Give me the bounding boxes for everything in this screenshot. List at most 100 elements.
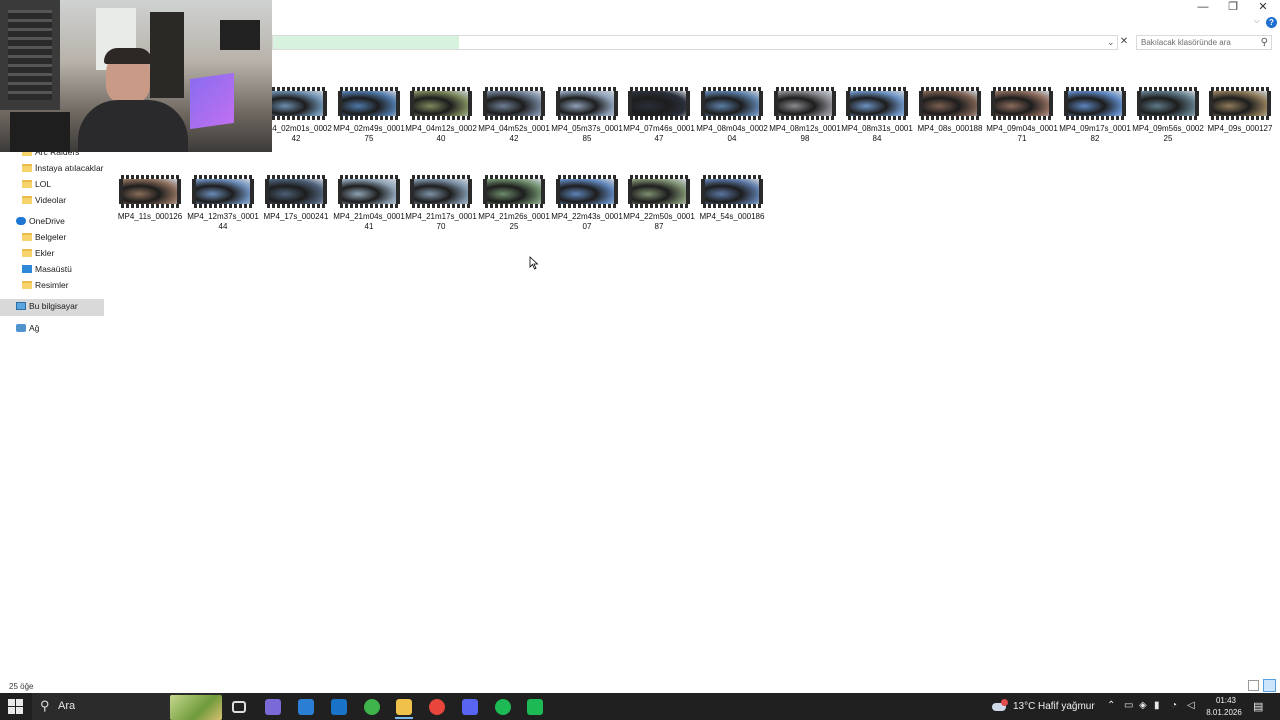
- large-icons-view-button[interactable]: [1263, 679, 1276, 692]
- video-file-item[interactable]: MP4_07m46s_000147: [623, 87, 695, 157]
- nav-item[interactable]: İnstaya atılacaklar: [0, 161, 104, 177]
- video-file-item[interactable]: MP4_08s_000188: [914, 87, 986, 157]
- video-file-item[interactable]: MP4_11s_000126: [114, 175, 186, 245]
- video-thumbnail: [265, 175, 327, 208]
- video-file-item[interactable]: MP4_21m04s_000141: [333, 175, 405, 245]
- file-name: MP4_08m31s_000184: [841, 124, 913, 143]
- video-file-item[interactable]: MP4_04m12s_000240: [405, 87, 477, 157]
- chevron-up-icon[interactable]: ⌃: [1107, 700, 1115, 711]
- nav-item[interactable]: OneDrive: [0, 214, 104, 230]
- maximize-button[interactable]: ❐: [1218, 0, 1248, 14]
- microphone-icon[interactable]: ▮: [1154, 700, 1160, 711]
- video-file-item[interactable]: MP4_21m17s_000170: [405, 175, 477, 245]
- video-file-item[interactable]: MP4_54s_000186: [696, 175, 768, 245]
- video-file-item[interactable]: MP4_09m04s_000171: [986, 87, 1058, 157]
- video-file-item[interactable]: MP4_09m17s_000182: [1059, 87, 1131, 157]
- search-highlight-image[interactable]: [170, 695, 222, 720]
- video-file-item[interactable]: MP4_22m43s_000107: [551, 175, 623, 245]
- status-bar: [0, 680, 1280, 693]
- video-file-item[interactable]: MP4_08m12s_000198: [769, 87, 841, 157]
- search-input[interactable]: Bakılacak klasöründe ara ⚲: [1136, 35, 1272, 50]
- filmstrip-edge: [919, 87, 981, 91]
- filmstrip-edge: [556, 116, 618, 120]
- windows-logo-icon: [16, 707, 23, 714]
- filmstrip-edge: [774, 116, 836, 120]
- store-icon[interactable]: [298, 699, 314, 715]
- wifi-icon[interactable]: ◔: [1171, 700, 1177, 711]
- video-file-item[interactable]: MP4_22m50s_000187: [623, 175, 695, 245]
- video-thumbnail: [483, 87, 545, 120]
- filmstrip-edge: [410, 87, 472, 91]
- volume-icon[interactable]: ◁: [1187, 700, 1195, 711]
- shield-icon[interactable]: ◈: [1139, 700, 1147, 711]
- mouse-cursor-icon: [529, 256, 539, 270]
- file-name: MP4_21m26s_000125: [478, 212, 550, 231]
- file-name: MP4_22m50s_000187: [623, 212, 695, 231]
- filmstrip-edge: [628, 87, 690, 91]
- video-file-item[interactable]: MP4_09m56s_000225: [1132, 87, 1204, 157]
- video-file-item[interactable]: MP4_05m37s_000185: [551, 87, 623, 157]
- nav-item[interactable]: LOL: [0, 177, 104, 193]
- video-thumbnail: [991, 87, 1053, 120]
- desktop-icon: [22, 265, 32, 273]
- nav-item[interactable]: Ağ: [0, 321, 104, 337]
- nav-item-label: OneDrive: [29, 216, 65, 226]
- video-file-item[interactable]: MP4_04m52s_000142: [478, 87, 550, 157]
- help-icon[interactable]: ?: [1266, 17, 1277, 28]
- network-icon[interactable]: ▭: [1124, 700, 1133, 711]
- nav-item[interactable]: Videolar: [0, 193, 104, 209]
- filmstrip-edge: [410, 175, 472, 179]
- nav-item[interactable]: Belgeler: [0, 230, 104, 246]
- folder-icon: [22, 281, 32, 289]
- weather-icon[interactable]: [992, 699, 1008, 713]
- nav-item[interactable]: Resimler: [0, 278, 104, 294]
- chrome-icon[interactable]: [429, 699, 445, 715]
- xbox-icon[interactable]: [364, 699, 380, 715]
- filmstrip-edge: [338, 87, 400, 91]
- video-file-item[interactable]: MP4_21m26s_000125: [478, 175, 550, 245]
- filmstrip-edge: [701, 116, 763, 120]
- webcam-mic: [220, 20, 260, 50]
- notification-icon[interactable]: ▤: [1253, 700, 1263, 713]
- video-file-item[interactable]: MP4_02m49s_000175: [333, 87, 405, 157]
- close-button[interactable]: ✕: [1248, 0, 1278, 14]
- details-view-button[interactable]: [1248, 680, 1259, 691]
- terminal-icon[interactable]: [527, 699, 543, 715]
- video-thumbnail: [628, 175, 690, 208]
- address-clear-icon[interactable]: ✕: [1118, 36, 1130, 48]
- clock-date[interactable]: 8.01.2026: [1206, 708, 1242, 717]
- video-file-item[interactable]: MP4_09s_000127: [1204, 87, 1276, 157]
- filmstrip-edge: [846, 116, 908, 120]
- thumbnail-frame: [414, 91, 468, 116]
- outlook-icon[interactable]: [331, 699, 347, 715]
- ribbon-expand-icon[interactable]: ⌵: [1254, 18, 1259, 26]
- file-name: MP4_17s_000241: [263, 212, 329, 221]
- weather-description[interactable]: Hafif yağmur: [1038, 701, 1095, 712]
- search-icon[interactable]: ⚲: [1261, 37, 1268, 48]
- nav-item[interactable]: Bu bilgisayar: [0, 299, 104, 315]
- spotify-icon[interactable]: [495, 699, 511, 715]
- video-file-item[interactable]: MP4_12m37s_000144: [187, 175, 259, 245]
- windows-logo-icon: [8, 707, 15, 714]
- nav-item[interactable]: Ekler: [0, 246, 104, 262]
- copilot-icon[interactable]: [265, 699, 281, 715]
- start-button[interactable]: [8, 699, 24, 715]
- file-name: MP4_54s_000186: [699, 212, 765, 221]
- address-dropdown-icon[interactable]: ⌄: [1107, 37, 1115, 48]
- folder-icon: [22, 249, 32, 257]
- thumbnail-frame: [342, 179, 396, 204]
- video-file-item[interactable]: MP4_08m04s_000204: [696, 87, 768, 157]
- video-thumbnail: [483, 175, 545, 208]
- video-file-item[interactable]: MP4_08m31s_000184: [841, 87, 913, 157]
- video-file-item[interactable]: MP4_17s_000241: [260, 175, 332, 245]
- weather-temperature[interactable]: 13°C: [1013, 701, 1035, 712]
- filmstrip-edge: [991, 87, 1053, 91]
- thumbnail-frame: [487, 179, 541, 204]
- minimize-button[interactable]: —: [1188, 0, 1218, 14]
- nav-item[interactable]: Masaüstü: [0, 262, 104, 278]
- file-explorer-icon[interactable]: [396, 699, 412, 715]
- task-view-icon[interactable]: [232, 701, 246, 713]
- clock-time[interactable]: 01:43: [1213, 696, 1239, 705]
- address-bar[interactable]: [272, 35, 1118, 50]
- discord-icon[interactable]: [462, 699, 478, 715]
